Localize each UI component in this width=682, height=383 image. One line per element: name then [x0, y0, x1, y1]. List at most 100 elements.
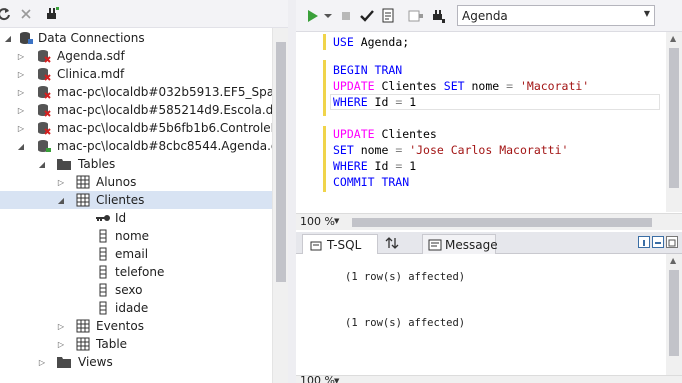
message-line: (1 row(s) affected)	[345, 271, 466, 283]
database-error-icon	[36, 48, 52, 64]
code-line: BEGIN TRAN	[333, 63, 403, 77]
tree-node-controleman-db[interactable]: ▷ mac-pc\localdb#5b6fb1b6.ControleMan	[0, 119, 288, 137]
expand-arrow-icon[interactable]: ▷	[15, 104, 27, 116]
results-zoom-value[interactable]: 100 %	[300, 374, 335, 383]
swap-panes-icon[interactable]	[384, 235, 400, 251]
stop-icon[interactable]	[338, 8, 354, 24]
code-line: WHERE Id = 1	[333, 95, 417, 109]
pane-maximize-icon[interactable]	[666, 236, 678, 248]
expand-arrow-icon[interactable]: ▷	[55, 338, 67, 350]
expand-arrow-icon[interactable]: ▷	[55, 320, 67, 332]
table-icon	[75, 318, 91, 334]
messages-pane: (1 row(s) affected) (1 row(s) affected)	[296, 254, 666, 375]
tree-node-column-sexo[interactable]: sexo	[0, 281, 272, 299]
explorer-tree: ◢ Data Connections ▷ Agenda.sdf ▷ Clinic…	[0, 28, 288, 383]
tree-node-clinica-mdf[interactable]: ▷ Clinica.mdf	[0, 65, 272, 83]
tree-node-eventos[interactable]: ▷ Eventos	[0, 317, 272, 335]
chevron-down-icon[interactable]: ▼	[334, 217, 339, 225]
explorer-scrollbar-thumb[interactable]	[276, 42, 286, 282]
scroll-up-icon[interactable]: ▲	[670, 256, 676, 265]
tree-node-agenda-dbo[interactable]: ◢ mac-pc\localdb#8cbc8544.Agenda.dbo	[0, 137, 288, 155]
editor-zoom-value[interactable]: 100 %	[300, 215, 335, 229]
tab-message[interactable]: Message	[422, 234, 498, 254]
delete-icon[interactable]	[18, 6, 34, 22]
estimated-plan-icon[interactable]	[380, 8, 396, 24]
editor-scrollbar-thumb[interactable]	[669, 48, 679, 188]
scroll-up-icon[interactable]: ▲	[670, 34, 676, 43]
tree-node-table[interactable]: ▷ Table	[0, 335, 272, 353]
explorer-scrollbar[interactable]	[272, 28, 288, 383]
pane-menu-icon[interactable]	[638, 236, 650, 248]
column-icon	[95, 300, 111, 316]
database-error-icon	[36, 120, 52, 136]
tree-node-column-telefone[interactable]: telefone	[0, 263, 272, 281]
collapse-arrow-icon[interactable]: ◢	[15, 140, 27, 152]
expand-arrow-icon[interactable]: ▷	[15, 68, 27, 80]
chevron-down-icon: ▼	[643, 9, 650, 18]
collapse-arrow-icon[interactable]: ◢	[55, 194, 67, 206]
sql-editor[interactable]: USE Agenda; BEGIN TRAN UPDATE Clientes S…	[296, 32, 666, 212]
results-tabstrip: T-SQL Message	[296, 232, 682, 254]
query-toolbar: Agenda ▼	[296, 0, 682, 32]
tree-node-agenda-sdf[interactable]: ▷ Agenda.sdf	[0, 47, 272, 65]
tree-node-column-email[interactable]: email	[0, 245, 272, 263]
tree-node-column-idade[interactable]: idade	[0, 299, 272, 317]
message-icon	[427, 237, 443, 253]
database-error-icon	[36, 102, 52, 118]
tsql-icon	[308, 238, 324, 254]
expand-arrow-icon[interactable]: ▷	[55, 176, 67, 188]
tree-node-tables[interactable]: ◢ Tables	[0, 155, 272, 173]
table-icon	[75, 192, 91, 208]
table-icon	[75, 336, 91, 352]
editor-hscroll-thumb[interactable]	[352, 218, 652, 227]
expand-arrow-icon[interactable]: ▷	[15, 86, 27, 98]
connect-icon[interactable]	[430, 8, 446, 24]
tree-node-escola-db[interactable]: ▷ mac-pc\localdb#585214d9.Escola.dbo	[0, 101, 288, 119]
server-explorer-panel: ◢ Data Connections ▷ Agenda.sdf ▷ Clinic…	[0, 0, 288, 383]
column-icon	[95, 246, 111, 262]
messages-scrollbar-thumb[interactable]	[669, 270, 679, 356]
connect-to-database-icon[interactable]	[44, 6, 60, 22]
tree-node-alunos[interactable]: ▷ Alunos	[0, 173, 272, 191]
collapse-arrow-icon[interactable]: ◢	[36, 158, 48, 170]
collapse-arrow-icon[interactable]: ◢	[2, 32, 14, 44]
refresh-icon[interactable]	[0, 6, 12, 22]
code-line: SET nome = 'Jose Carlos Macoratti'	[333, 143, 569, 157]
execute-icon[interactable]	[305, 8, 321, 24]
tree-node-clientes[interactable]: ◢ Clientes	[0, 191, 272, 209]
editor-zoom-bar: 100 % ▼	[296, 213, 682, 230]
database-error-icon	[36, 66, 52, 82]
execute-dropdown-icon[interactable]	[320, 8, 336, 24]
tab-tsql[interactable]: T-SQL	[302, 234, 378, 254]
expand-arrow-icon[interactable]: ▷	[15, 122, 27, 134]
key-icon	[95, 210, 111, 226]
editor-scrollbar[interactable]: ▲	[666, 32, 682, 212]
folder-icon	[56, 156, 72, 172]
change-bar	[323, 60, 326, 116]
code-line: UPDATE Clientes SET nome = 'Macorati'	[333, 79, 590, 93]
results-zoom-bar: 100 % ▼	[296, 374, 682, 383]
expand-arrow-icon[interactable]: ▷	[15, 50, 27, 62]
chevron-down-icon[interactable]: ▼	[334, 377, 339, 383]
tree-node-data-connections[interactable]: ◢ Data Connections	[0, 29, 272, 47]
pane-splitter[interactable]	[288, 0, 296, 383]
results-to-grid-icon[interactable]	[408, 8, 424, 24]
column-icon	[95, 264, 111, 280]
folder-icon	[56, 354, 72, 370]
messages-scrollbar[interactable]: ▲	[666, 254, 682, 375]
validate-syntax-icon[interactable]	[359, 8, 375, 24]
query-editor-panel: Agenda ▼ USE Agenda; BEGIN TRAN UPDATE C…	[296, 0, 682, 383]
expand-arrow-icon[interactable]: ▷	[36, 356, 48, 368]
tree-node-views[interactable]: ▷ Views	[0, 353, 272, 371]
column-icon	[95, 228, 111, 244]
message-line: (1 row(s) affected)	[345, 317, 466, 329]
code-line: COMMIT TRAN	[333, 175, 410, 189]
tree-node-column-id[interactable]: Id	[0, 209, 272, 227]
tree-node-spatial-db[interactable]: ▷ mac-pc\localdb#032b5913.EF5_SpatialDa	[0, 83, 288, 101]
pane-minimize-icon[interactable]	[652, 236, 664, 248]
database-select-value: Agenda	[462, 9, 508, 23]
database-icon	[36, 138, 52, 154]
database-select[interactable]: Agenda ▼	[457, 5, 655, 26]
database-error-icon	[36, 84, 52, 100]
tree-node-column-nome[interactable]: nome	[0, 227, 272, 245]
